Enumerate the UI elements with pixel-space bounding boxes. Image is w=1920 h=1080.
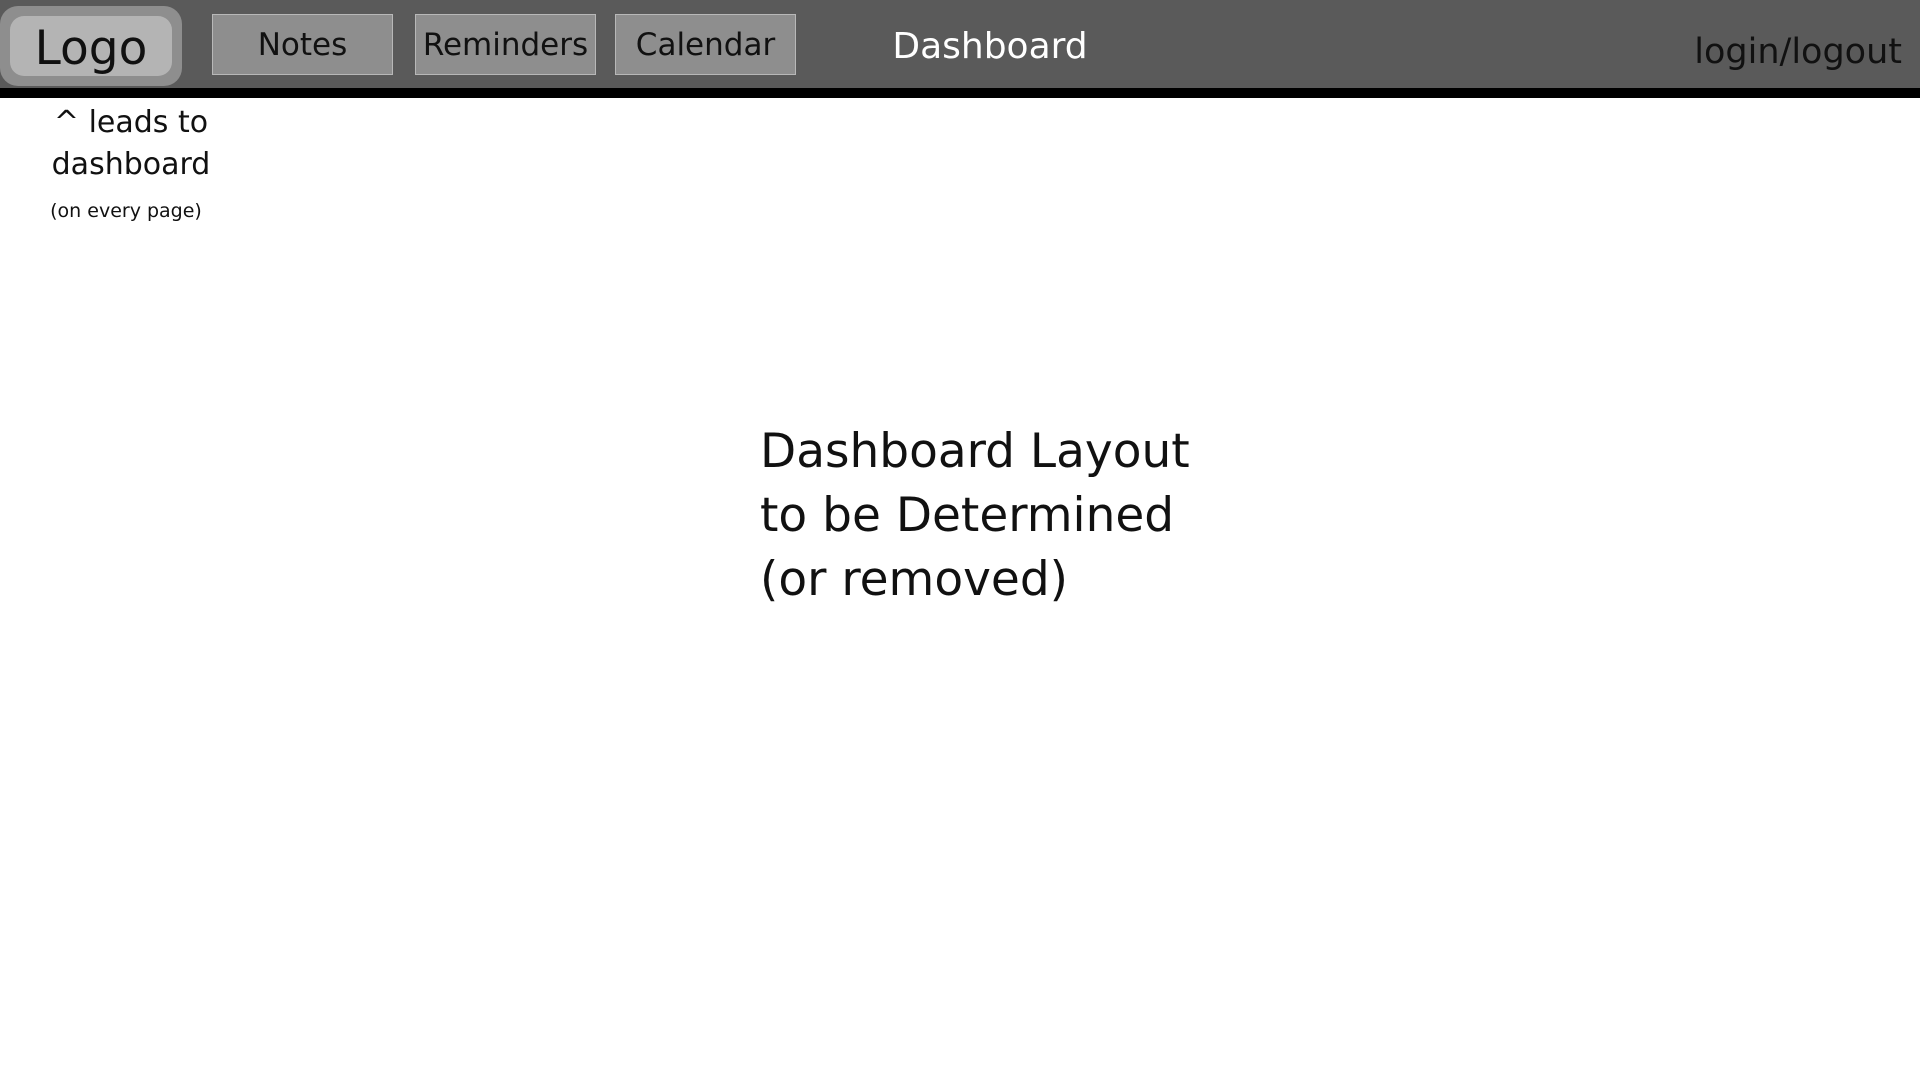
logo-badge: Logo — [10, 16, 172, 76]
placeholder-line-1: Dashboard Layout — [760, 424, 1190, 479]
dashboard-page: Logo Notes Reminders Calendar Dashboard … — [0, 0, 1920, 1080]
placeholder-line-3: (or removed) — [760, 552, 1069, 607]
top-header-bar: Logo Notes Reminders Calendar Dashboard … — [0, 0, 1920, 88]
logo-button[interactable]: Logo — [0, 6, 182, 86]
logo-annotation-line-1: ^ leads to — [53, 105, 209, 140]
placeholder-line-2: to be Determined — [760, 488, 1175, 543]
login-logout-link[interactable]: login/logout — [1694, 24, 1902, 80]
logo-annotation-note: (on every page) — [50, 200, 202, 222]
logo-annotation: ^ leads to dashboard — [40, 102, 222, 186]
nav-reminders-button[interactable]: Reminders — [415, 14, 596, 75]
nav-notes-button[interactable]: Notes — [212, 14, 393, 75]
header-divider — [0, 88, 1920, 98]
logo-label: Logo — [34, 20, 148, 76]
nav-calendar-button[interactable]: Calendar — [615, 14, 796, 75]
dashboard-placeholder: Dashboard Layout to be Determined (or re… — [760, 420, 1280, 612]
logo-annotation-line-2: dashboard — [51, 147, 211, 182]
page-title: Dashboard — [892, 25, 1088, 67]
